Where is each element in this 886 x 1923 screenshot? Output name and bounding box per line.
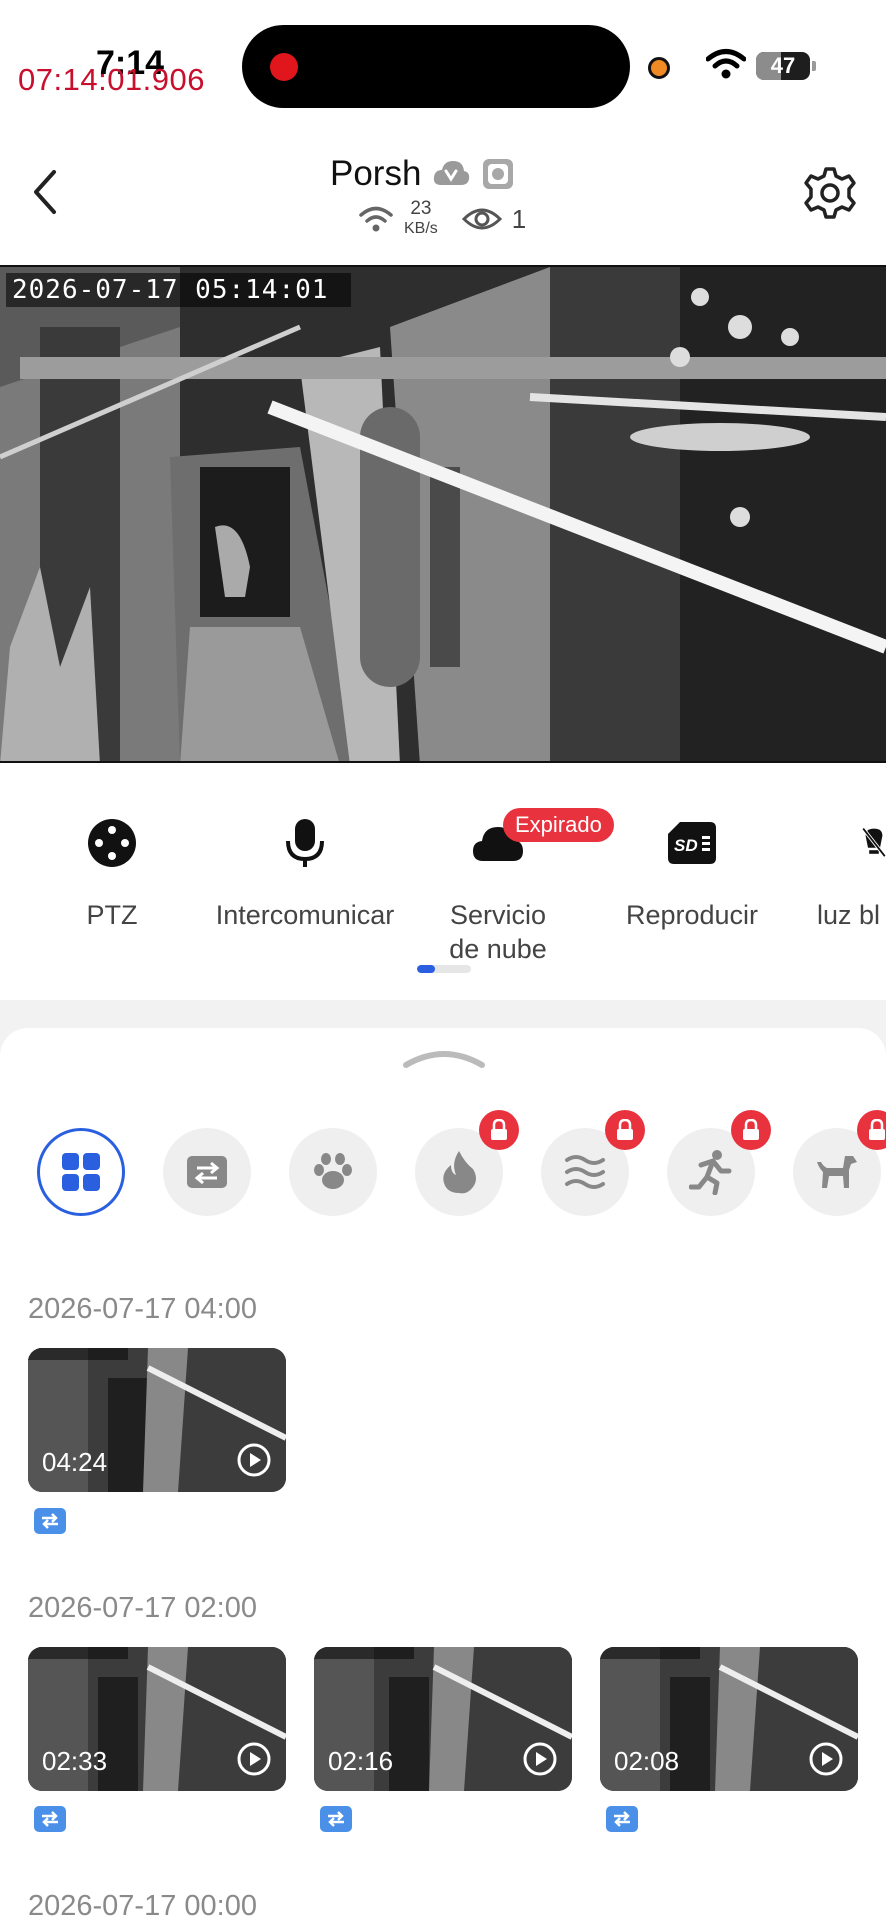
motion-transfer-icon (187, 1156, 227, 1188)
motion-transfer-icon (328, 1811, 344, 1827)
fire-icon (443, 1151, 476, 1194)
event-clip[interactable]: 04:24 (28, 1348, 286, 1492)
playback-label: Reproducir (625, 900, 759, 930)
battery-cap (812, 61, 816, 71)
lock-icon (869, 1119, 885, 1140)
back-arrow-icon[interactable] (30, 168, 60, 216)
battery-icon: 47 (756, 52, 810, 80)
event-clip[interactable]: 02:08 (600, 1647, 858, 1791)
camera-frame (0, 267, 886, 761)
toolbar-page-indicator (417, 965, 471, 973)
ptz-label: PTZ (86, 900, 138, 930)
play-icon (237, 1742, 271, 1776)
motion-tag (34, 1806, 66, 1832)
event-group-date: 2026-07-17 04:00 (28, 1293, 257, 1325)
dynamic-island (242, 25, 630, 108)
motion-transfer-icon (42, 1811, 58, 1827)
device-title: Porsh (330, 152, 515, 196)
cloud-status-icon (434, 161, 470, 185)
motion-tag (34, 1508, 66, 1534)
device-name: Porsh (330, 154, 422, 193)
event-group-date: 2026-07-17 00:00 (28, 1890, 257, 1922)
event-clip[interactable]: 02:16 (314, 1647, 572, 1791)
sd-status-icon (483, 159, 514, 189)
light-off-icon (862, 827, 886, 858)
waves-lock-badge (605, 1110, 645, 1150)
motion-transfer-icon (42, 1513, 58, 1529)
recording-dot-icon (270, 53, 298, 81)
filter-all[interactable] (37, 1128, 125, 1216)
fire-lock-badge (479, 1110, 519, 1150)
recording-timer: 07:14:01.906 (18, 62, 206, 97)
person-lock-badge (731, 1110, 771, 1150)
svg-text:SD: SD (674, 836, 698, 855)
lock-icon (743, 1119, 759, 1140)
clip-time: 02:33 (42, 1746, 108, 1776)
lock-icon (617, 1119, 633, 1140)
bitrate-value: 23 (410, 198, 432, 219)
playback-button[interactable]: SD Reproducir (602, 808, 782, 932)
settings-gear-icon[interactable] (802, 165, 858, 221)
clip-time: 02:16 (328, 1746, 394, 1776)
play-icon (809, 1742, 843, 1776)
viewer-count: 1 (511, 203, 527, 234)
filter-motion[interactable] (163, 1128, 251, 1216)
light-button[interactable]: luz bl (806, 808, 886, 932)
filter-pet[interactable] (289, 1128, 377, 1216)
running-person-icon (689, 1150, 732, 1195)
event-group-date: 2026-07-17 02:00 (28, 1592, 257, 1624)
ptz-button[interactable]: PTZ (22, 808, 202, 932)
expired-badge: Expirado (503, 808, 614, 842)
intercom-button[interactable]: Intercomunicar (215, 808, 395, 932)
event-clip[interactable]: 02:33 (28, 1647, 286, 1791)
panel-expand-handle-icon[interactable] (402, 1043, 486, 1069)
motion-tag (606, 1806, 638, 1832)
cloud-service-label: Servicio de nube (449, 900, 547, 964)
paw-icon (314, 1153, 352, 1189)
page-indicator-active (417, 965, 435, 973)
dog-icon (817, 1156, 857, 1188)
connection-info: 23 KB/s 1 (358, 198, 526, 240)
light-label: luz bl (817, 900, 881, 930)
bitrate: 23 KB/s (404, 199, 438, 239)
eye-icon (461, 208, 502, 230)
live-video-feed[interactable]: 2026-07-17 05:14:01 (0, 265, 886, 763)
ptz-icon (88, 819, 136, 867)
status-bar: 7:14 07:14:01.906 47 (0, 0, 886, 125)
wifi-signal-icon (359, 206, 393, 232)
lock-icon (491, 1119, 507, 1140)
battery-percent: 47 (770, 53, 796, 78)
clip-time: 02:08 (614, 1746, 680, 1776)
play-icon (237, 1443, 271, 1477)
motion-tag (320, 1806, 352, 1832)
wifi-status-icon (706, 49, 746, 79)
all-grid-icon (62, 1153, 100, 1191)
sd-card-icon: SD (668, 822, 716, 864)
waves-icon (565, 1155, 605, 1189)
video-timestamp-overlay: 2026-07-17 05:14:01 (6, 273, 351, 307)
privacy-indicator-icon (648, 57, 670, 79)
bitrate-unit: KB/s (404, 220, 438, 237)
play-icon (523, 1742, 557, 1776)
intercom-label: Intercomunicar (215, 900, 395, 930)
clip-time: 04:24 (42, 1447, 108, 1477)
motion-transfer-icon (614, 1811, 630, 1827)
microphone-icon (286, 819, 324, 867)
